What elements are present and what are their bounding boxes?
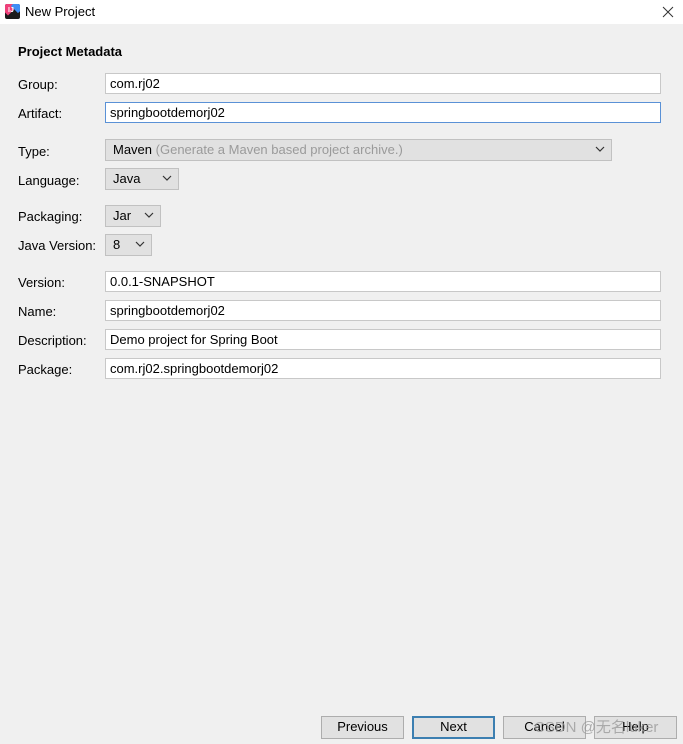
packaging-label: Packaging: (18, 209, 83, 224)
chevron-down-icon (135, 241, 145, 247)
previous-button[interactable]: Previous (321, 716, 404, 739)
group-field[interactable]: com.rj02 (105, 73, 661, 94)
chevron-down-icon (144, 212, 154, 218)
name-label: Name: (18, 304, 57, 319)
language-label: Language: (18, 173, 80, 188)
window-title: New Project (25, 4, 96, 19)
java-version-select[interactable]: 8 (105, 234, 152, 256)
description-label: Description: (18, 333, 87, 348)
artifact-label: Artifact: (18, 106, 63, 121)
close-button[interactable] (653, 0, 683, 24)
version-field[interactable]: 0.0.1-SNAPSHOT (105, 271, 661, 292)
name-field[interactable]: springbootdemorj02 (105, 300, 661, 321)
cancel-button[interactable]: Cancel (503, 716, 586, 739)
packaging-select[interactable]: Jar (105, 205, 161, 227)
type-value: Maven (113, 142, 153, 157)
java-version-value: 8 (113, 237, 121, 252)
version-label: Version: (18, 275, 65, 290)
description-field[interactable]: Demo project for Spring Boot (105, 329, 661, 350)
section-title: Project Metadata (18, 44, 123, 59)
next-button[interactable]: Next (412, 716, 495, 739)
java-version-label: Java Version: (18, 238, 97, 253)
type-hint: (Generate a Maven based project archive.… (155, 142, 403, 157)
type-select[interactable]: Maven (Generate a Maven based project ar… (105, 139, 612, 161)
packaging-value: Jar (113, 208, 132, 223)
artifact-field[interactable]: springbootdemorj02 (105, 102, 661, 123)
type-label: Type: (18, 144, 50, 159)
help-button[interactable]: Help (594, 716, 677, 739)
intellij-app-icon: IJ (5, 4, 20, 19)
package-field[interactable]: com.rj02.springbootdemorj02 (105, 358, 661, 379)
group-label: Group: (18, 77, 58, 92)
language-value: Java (113, 171, 141, 186)
package-label: Package: (18, 362, 73, 377)
title-bar: IJ New Project (0, 0, 683, 24)
language-select[interactable]: Java (105, 168, 179, 190)
chevron-down-icon (162, 175, 172, 181)
close-icon (662, 6, 674, 18)
chevron-down-icon (595, 146, 605, 152)
